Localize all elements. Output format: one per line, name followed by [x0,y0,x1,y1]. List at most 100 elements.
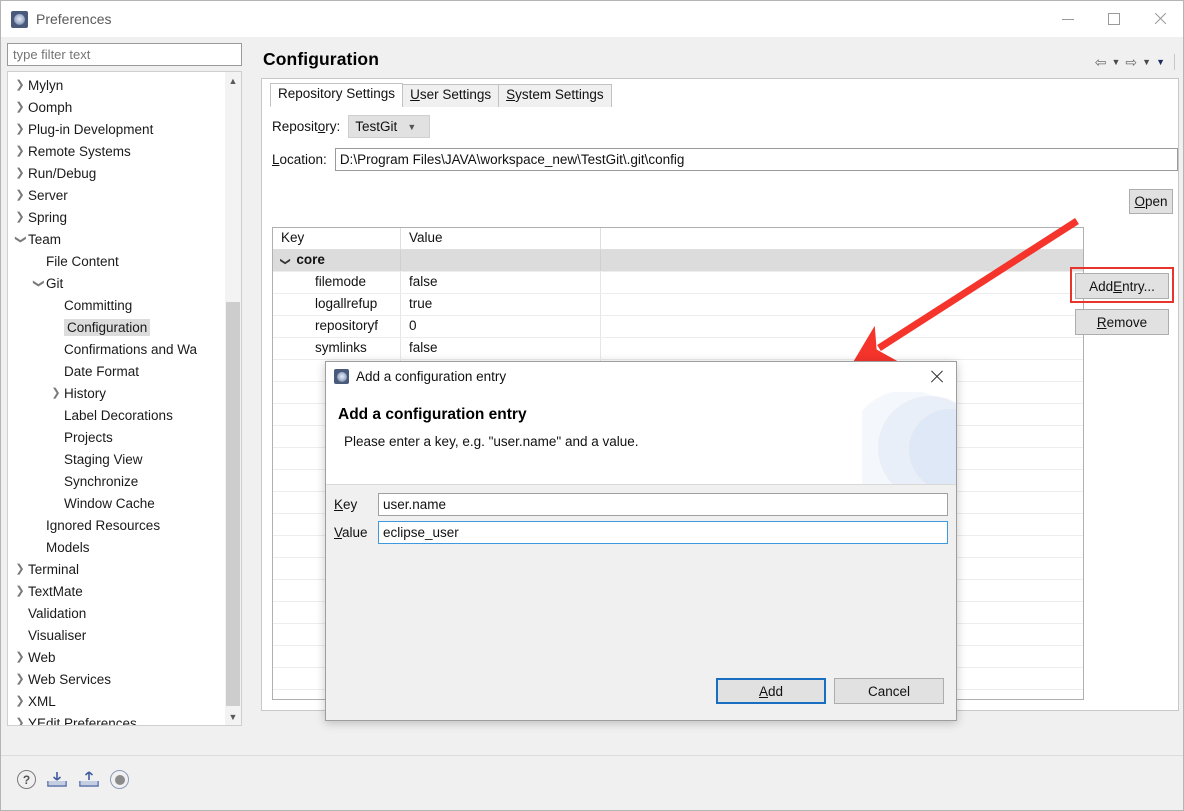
dialog-close-icon[interactable] [929,369,944,384]
dialog-field-label-value: Value [334,525,368,540]
sidebar-item-server[interactable]: ❯ Server [8,184,226,206]
eclipse-circle-icon[interactable] [110,770,129,789]
sidebar-item-web[interactable]: ❯ Web [8,646,226,668]
sidebar-item-models[interactable]: ❯Models [8,536,226,558]
table-row[interactable]: filemode false [273,272,1083,294]
sidebar-item-textmate[interactable]: ❯ TextMate [8,580,226,602]
sidebar-item-synchronize[interactable]: ❯Synchronize [8,470,226,492]
back-arrow-icon[interactable]: ⇦ [1095,55,1107,69]
table-row[interactable]: symlinks false [273,338,1083,360]
sidebar-item-configuration[interactable]: ❯Configuration [8,316,226,338]
tab-repository-settings[interactable]: Repository Settings [270,83,404,107]
sidebar-item-mylyn[interactable]: ❯ Mylyn [8,74,226,96]
repository-select[interactable]: TestGit ▼ [348,115,431,138]
column-header-key[interactable]: Key [273,228,401,249]
search-input[interactable] [7,43,242,66]
tab-system-settings[interactable]: System Settings [498,84,612,107]
sidebar-item-date-format[interactable]: ❯Date Format [8,360,226,382]
remove-button[interactable]: Remove [1075,309,1169,335]
sidebar-item-plug-in-development[interactable]: ❯ Plug-in Development [8,118,226,140]
close-button[interactable] [1137,1,1183,37]
sidebar-item-label: Web [28,649,56,665]
chevron-right-icon[interactable]: ❯ [12,167,28,179]
tree-spacer: ❯ [48,410,64,421]
sidebar-item-spring[interactable]: ❯ Spring [8,206,226,228]
dialog-cancel-button[interactable]: Cancel [834,678,944,704]
sidebar-item-label: Synchronize [64,473,139,489]
chevron-down-icon[interactable]: ❯ [15,231,27,247]
sidebar-item-label: Models [46,539,90,555]
chevron-right-icon[interactable]: ❯ [12,673,28,685]
chevron-down-icon[interactable]: ❯ [280,257,291,265]
scroll-up-icon[interactable]: ▲ [225,72,241,89]
forward-arrow-icon[interactable]: ⇨ [1125,55,1137,69]
dialog-add-button[interactable]: Add [716,678,826,704]
tree-spacer: ❯ [48,432,64,443]
chevron-right-icon[interactable]: ❯ [12,145,28,157]
sidebar-item-file-content[interactable]: ❯File Content [8,250,226,272]
sidebar-item-projects[interactable]: ❯Projects [8,426,226,448]
dialog-field-value: Value [334,521,948,544]
sidebar-item-yedit-preferences[interactable]: ❯ YEdit Preferences [8,712,226,726]
chevron-down-icon[interactable]: ❯ [33,275,45,291]
column-header-value[interactable]: Value [401,228,601,249]
chevron-right-icon[interactable]: ❯ [12,695,28,707]
chevron-right-icon[interactable]: ❯ [12,717,28,725]
column-header-extra[interactable] [601,228,1083,249]
tree-vertical-scrollbar[interactable]: ▲ ▼ [225,72,241,725]
sidebar-item-visualiser[interactable]: ❯Visualiser [8,624,226,646]
sidebar-item-terminal[interactable]: ❯ Terminal [8,558,226,580]
table-row[interactable]: logallrefup true [273,294,1083,316]
back-menu-chevron-down-icon[interactable]: ▼ [1112,57,1121,67]
chevron-right-icon[interactable]: ❯ [12,651,28,663]
minimize-button[interactable] [1045,1,1091,37]
chevron-right-icon[interactable]: ❯ [12,211,28,223]
chevron-right-icon[interactable]: ❯ [12,123,28,135]
sidebar-item-committing[interactable]: ❯Committing [8,294,226,316]
chevron-right-icon[interactable]: ❯ [12,563,28,575]
view-menu-chevron-down-icon[interactable]: ▼ [1156,57,1165,67]
chevron-right-icon[interactable]: ❯ [12,101,28,113]
sidebar-item-confirmations-and-wa[interactable]: ❯Confirmations and Wa [8,338,226,360]
tree-spacer: ❯ [12,608,28,619]
scroll-thumb-vertical[interactable] [226,302,240,706]
forward-menu-chevron-down-icon[interactable]: ▼ [1142,57,1151,67]
sidebar-item-label: Projects [64,429,113,445]
sidebar-item-git[interactable]: ❯ Git [8,272,226,294]
chevron-right-icon[interactable]: ❯ [48,387,64,399]
sidebar-item-remote-systems[interactable]: ❯ Remote Systems [8,140,226,162]
value-field[interactable] [378,521,948,544]
table-cell-key: logallrefup [273,294,401,315]
chevron-right-icon[interactable]: ❯ [12,585,28,597]
import-icon[interactable] [46,771,68,788]
sidebar-item-run-debug[interactable]: ❯ Run/Debug [8,162,226,184]
location-input[interactable] [334,148,1178,171]
sidebar-item-history[interactable]: ❯ History [8,382,226,404]
sidebar-item-ignored-resources[interactable]: ❯Ignored Resources [8,514,226,536]
sidebar-item-validation[interactable]: ❯Validation [8,602,226,624]
table-cell-key: symlinks [273,338,401,359]
add-entry-button[interactable]: Add Entry... [1075,273,1169,299]
sidebar-item-staging-view[interactable]: ❯Staging View [8,448,226,470]
export-icon[interactable] [78,771,100,788]
table-cell-key: filemode [273,272,401,293]
sidebar-item-window-cache[interactable]: ❯Window Cache [8,492,226,514]
table-cell-key: repositoryf [273,316,401,337]
key-field[interactable] [378,493,948,516]
open-button[interactable]: Open [1129,189,1173,214]
table-cell-extra [601,338,1083,359]
tab-user-settings[interactable]: User Settings [402,84,500,107]
table-group-row[interactable]: ❯ core [273,250,1083,272]
sidebar-item-label-decorations[interactable]: ❯Label Decorations [8,404,226,426]
chevron-right-icon[interactable]: ❯ [12,79,28,91]
sidebar-item-web-services[interactable]: ❯ Web Services [8,668,226,690]
sidebar-item-xml[interactable]: ❯ XML [8,690,226,712]
maximize-button[interactable] [1091,1,1137,37]
sidebar-item-oomph[interactable]: ❯ Oomph [8,96,226,118]
help-icon[interactable]: ? [17,770,36,789]
scroll-down-icon[interactable]: ▼ [225,708,241,725]
preferences-tree: ❯ Mylyn ❯ Oomph ❯ Plug-in Development ❯ Remote … [7,71,242,726]
sidebar-item-team[interactable]: ❯ Team [8,228,226,250]
chevron-right-icon[interactable]: ❯ [12,189,28,201]
table-row[interactable]: repositoryf 0 [273,316,1083,338]
